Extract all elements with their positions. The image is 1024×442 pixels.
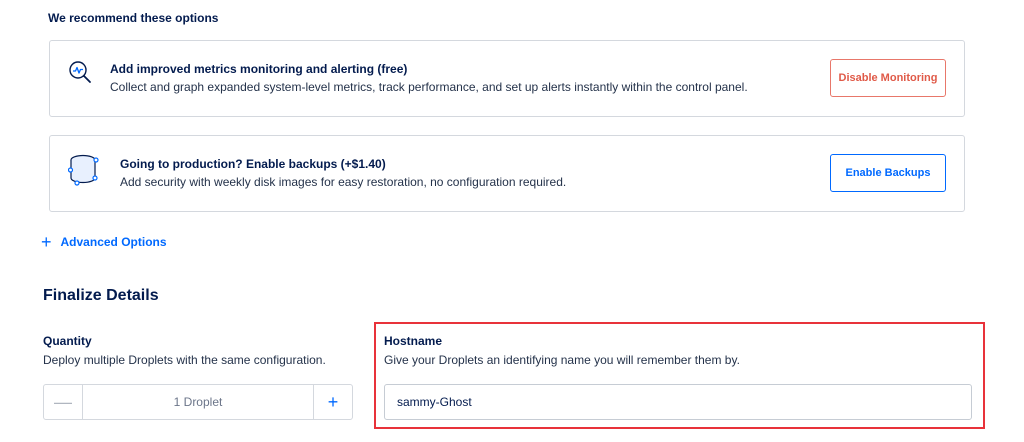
hostname-input[interactable] (384, 384, 972, 420)
quantity-stepper: — 1 Droplet + (43, 384, 353, 420)
increment-button[interactable]: + (313, 385, 352, 419)
monitoring-description: Collect and graph expanded system-level … (110, 80, 748, 94)
finalize-details-title: Finalize Details (43, 287, 159, 304)
recommend-section-title: We recommend these options (48, 11, 219, 25)
monitoring-heading: Add improved metrics monitoring and aler… (110, 62, 408, 76)
quantity-label: Quantity (43, 334, 92, 348)
hostname-label: Hostname (384, 334, 443, 348)
advanced-options-link[interactable]: + Advanced Options (41, 232, 167, 252)
backups-heading: Going to production? Enable backups (+$1… (120, 157, 386, 171)
plus-icon: + (41, 232, 52, 252)
disable-monitoring-button[interactable]: Disable Monitoring (830, 59, 946, 97)
monitoring-chart-icon (67, 59, 95, 87)
enable-backups-button[interactable]: Enable Backups (830, 154, 946, 192)
quantity-value: 1 Droplet (173, 395, 223, 409)
monitoring-card: Add improved metrics monitoring and aler… (49, 40, 965, 117)
backup-disks-icon (67, 152, 100, 190)
backups-description: Add security with weekly disk images for… (120, 175, 567, 189)
advanced-options-label: Advanced Options (60, 235, 167, 249)
hostname-description: Give your Droplets an identifying name y… (384, 353, 740, 367)
decrement-button[interactable]: — (44, 385, 83, 419)
quantity-description: Deploy multiple Droplets with the same c… (43, 353, 326, 367)
backups-card: Going to production? Enable backups (+$1… (49, 135, 965, 212)
